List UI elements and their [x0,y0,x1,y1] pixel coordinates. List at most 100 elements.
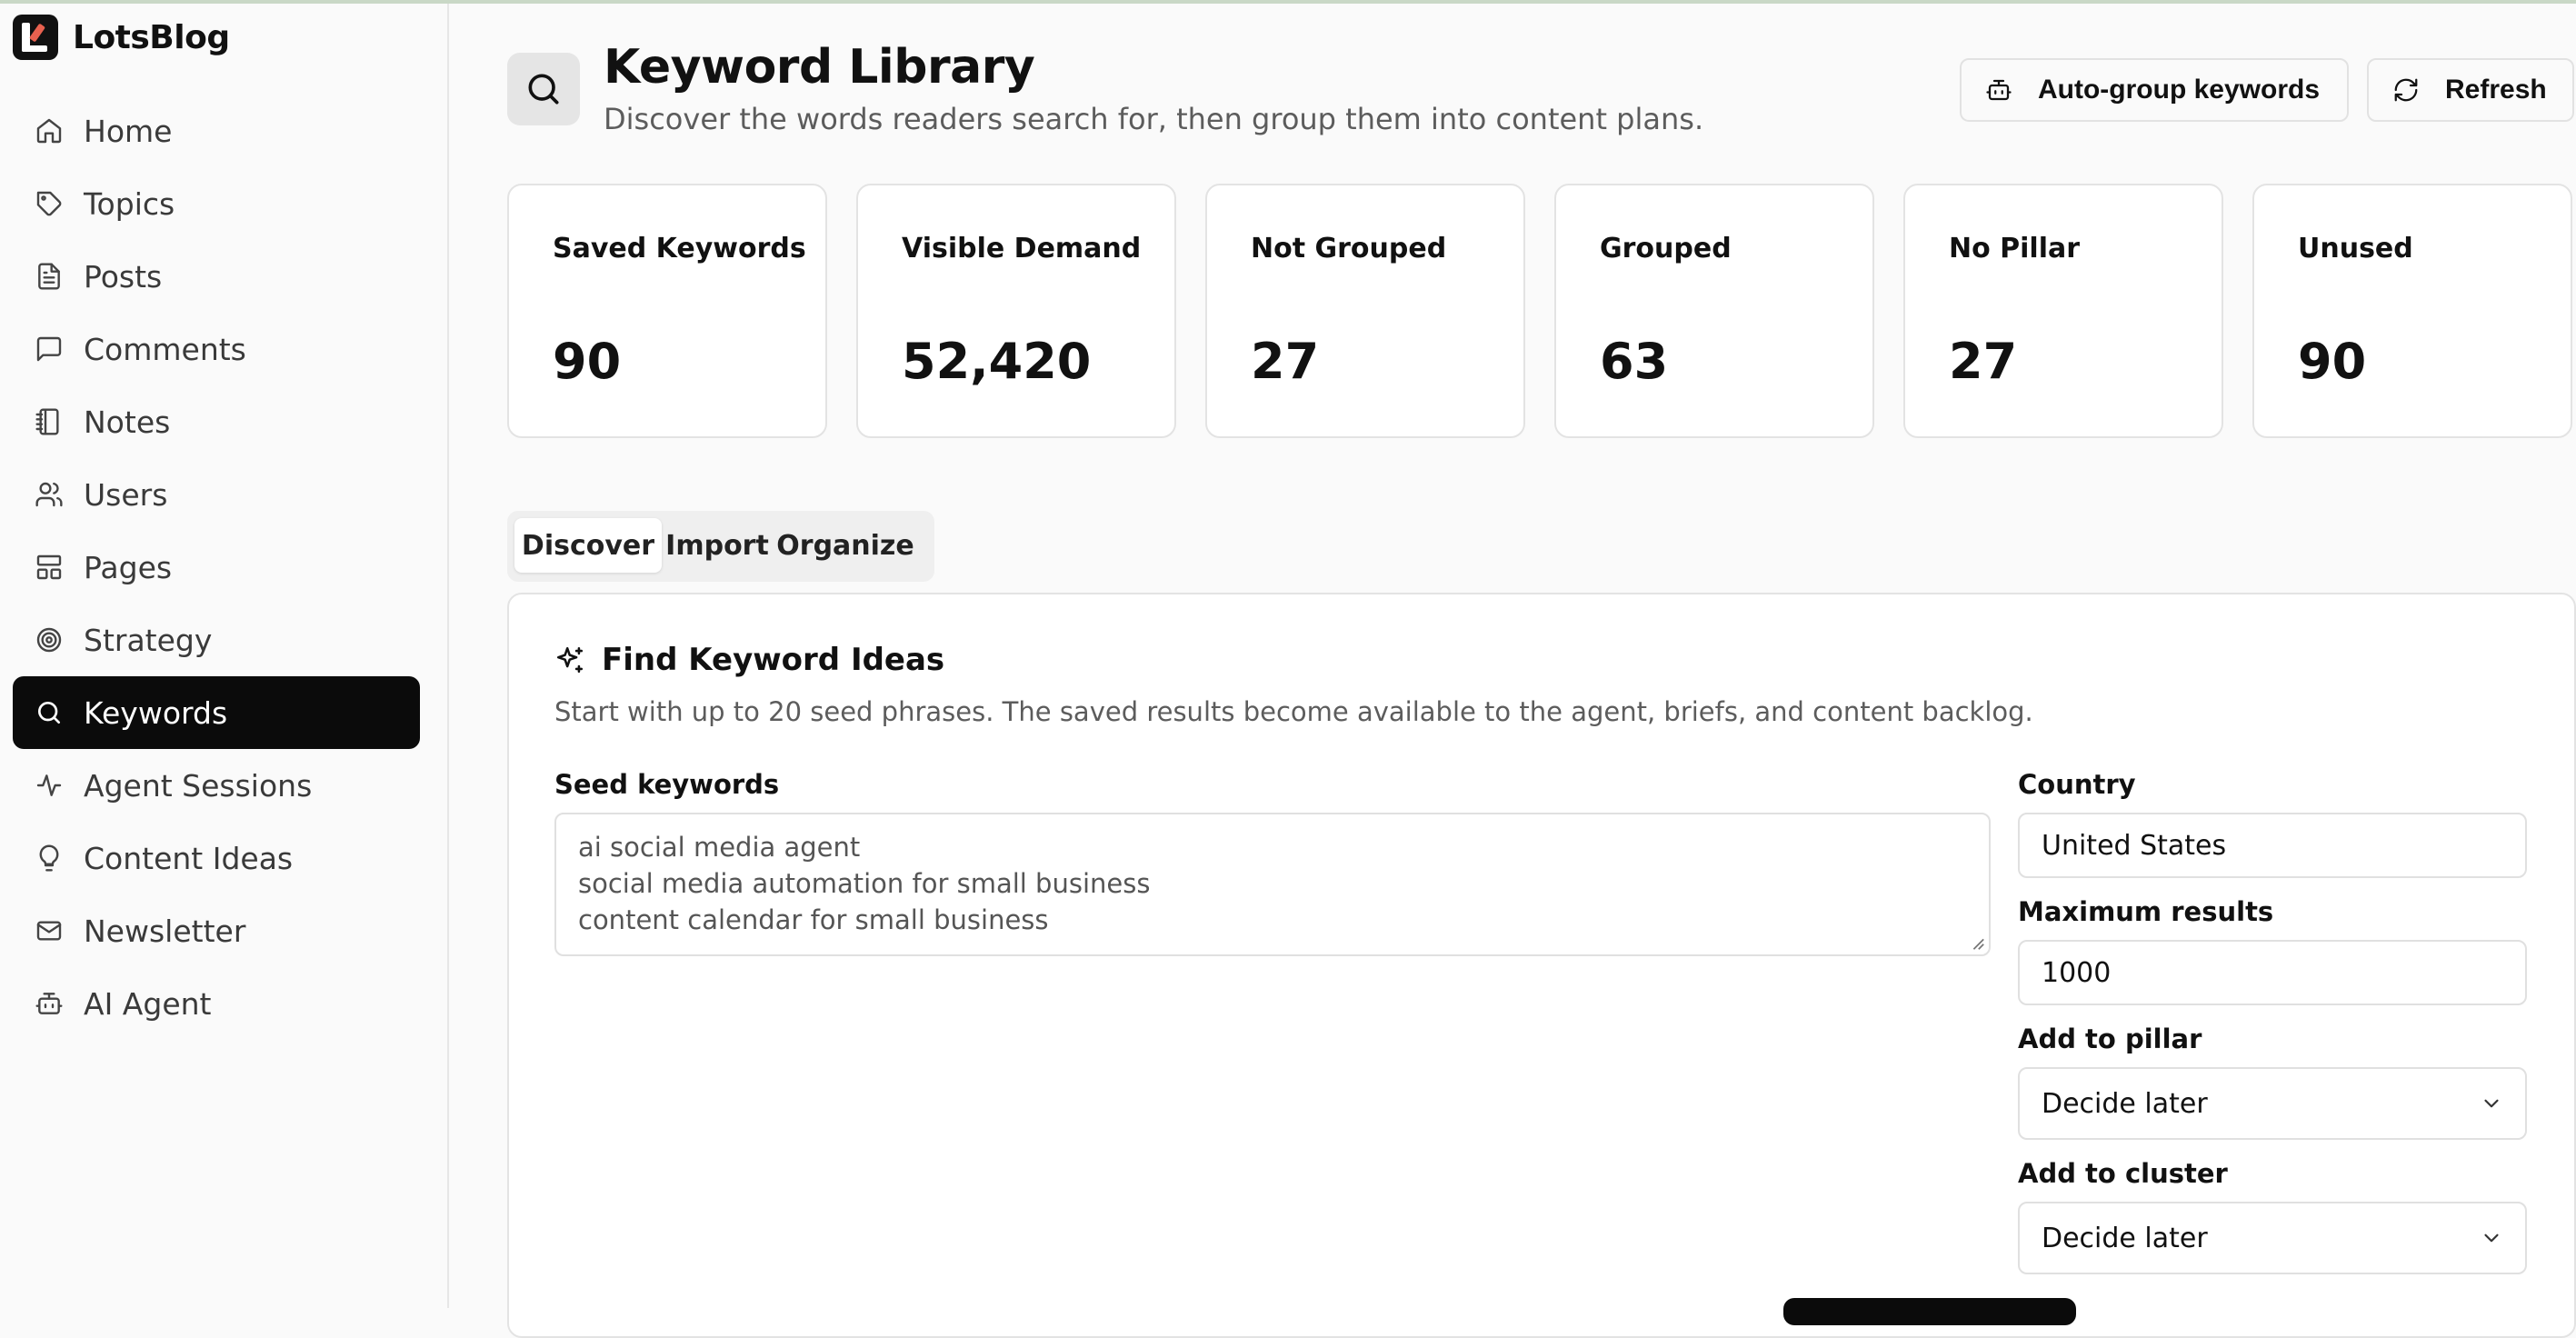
panel-title-text: Find Keyword Ideas [602,642,945,678]
sidebar-item-agent-sessions[interactable]: Agent Sessions [13,749,420,822]
auto-group-keywords-button[interactable]: Auto-group keywords [1960,58,2349,122]
sidebar: LotsBlog Home Topics Posts Comments Note… [0,4,449,1308]
seed-line: content calendar for small business [578,904,1049,935]
bot-icon [1986,79,2012,101]
stat-value: 27 [1251,333,1320,390]
refresh-icon [2394,78,2418,102]
add-to-pillar-value: Decide later [2042,1087,2208,1120]
notebook-icon [35,408,59,435]
stat-value: 90 [553,333,622,390]
stat-label: Saved Keywords [553,233,806,265]
sidebar-item-users[interactable]: Users [13,458,420,531]
stat-value: 90 [2298,333,2367,390]
page-title: Keyword Library [604,40,1035,95]
sidebar-item-pages[interactable]: Pages [13,531,420,604]
sidebar-item-keywords[interactable]: Keywords [13,676,420,749]
main-content: Keyword Library Discover the words reade… [451,4,2576,1338]
sidebar-item-topics[interactable]: Topics [13,167,420,240]
mail-icon [36,921,62,941]
tab-list: Discover Import Organize [507,511,934,582]
seed-keywords-textarea[interactable]: ai social media agent social media autom… [554,813,1991,956]
sidebar-item-label: Users [84,476,168,513]
add-to-cluster-select[interactable]: Decide later [2018,1202,2527,1274]
add-to-cluster-label: Add to cluster [2018,1158,2228,1189]
find-keyword-ideas-panel: Find Keyword Ideas Start with up to 20 s… [507,593,2576,1338]
add-to-pillar-select[interactable]: Decide later [2018,1067,2527,1140]
tag-icon [36,191,62,216]
maximum-results-label: Maximum results [2018,896,2274,927]
sidebar-item-label: Home [84,113,173,149]
sidebar-nav: Home Topics Posts Comments Notes Users P… [13,95,420,1040]
refresh-button[interactable]: Refresh [2367,58,2574,122]
seed-line: ai social media agent [578,832,861,863]
stat-label: No Pillar [1949,233,2081,265]
seed-keywords-label: Seed keywords [554,769,780,800]
maximum-results-value: 1000 [2042,956,2112,989]
sidebar-item-comments[interactable]: Comments [13,313,420,385]
sidebar-item-label: Newsletter [84,913,246,949]
brand-name: LotsBlog [73,18,230,56]
resize-grip-icon[interactable] [1969,934,1985,951]
refresh-label: Refresh [2445,75,2547,105]
sidebar-item-label: Content Ideas [84,840,294,876]
sidebar-item-label: Notes [84,404,171,440]
stat-card-unused: Unused 90 [2252,184,2572,438]
stat-card-grouped: Grouped 63 [1554,184,1874,438]
add-to-pillar-label: Add to pillar [2018,1023,2202,1054]
sidebar-item-label: Agent Sessions [84,767,313,804]
country-value: United States [2042,829,2227,862]
sidebar-item-notes[interactable]: Notes [13,385,420,458]
sidebar-item-label: Posts [84,258,163,295]
sidebar-item-strategy[interactable]: Strategy [13,604,420,676]
seed-line: social media automation for small busine… [578,868,1151,899]
sidebar-item-ai-agent[interactable]: AI Agent [13,967,420,1040]
activity-icon [36,774,62,796]
sidebar-item-label: Strategy [84,622,213,658]
page-subtitle: Discover the words readers search for, t… [604,102,1704,136]
lightbulb-icon [39,844,59,872]
tab-import[interactable]: Import [665,518,769,573]
panel-description: Start with up to 20 seed phrases. The sa… [554,696,2033,727]
stat-card-visible-demand: Visible Demand 52,420 [856,184,1176,438]
stat-card-not-grouped: Not Grouped 27 [1205,184,1525,438]
maximum-results-input[interactable]: 1000 [2018,940,2527,1005]
stat-value: 63 [1600,333,1669,390]
home-icon [36,118,62,144]
sidebar-item-posts[interactable]: Posts [13,240,420,313]
sidebar-item-label: Pages [84,549,173,585]
tab-organize[interactable]: Organize [773,518,918,573]
search-icon [38,702,60,724]
file-text-icon [38,263,60,290]
sidebar-item-label: Comments [84,331,246,367]
add-to-cluster-value: Decide later [2042,1222,2208,1254]
keyword-library-search-icon [507,53,580,125]
sidebar-item-home[interactable]: Home [13,95,420,167]
sidebar-item-label: Topics [84,185,175,222]
auto-group-label: Auto-group keywords [2038,75,2321,105]
chevron-down-icon [2484,1099,2499,1108]
users-icon [35,482,63,507]
stat-card-saved-keywords: Saved Keywords 90 [507,184,827,438]
panel-title: Find Keyword Ideas [554,642,944,678]
sidebar-item-label: Keywords [84,694,228,731]
brand[interactable]: LotsBlog [13,15,230,60]
stat-label: Unused [2298,233,2413,265]
bot-icon [35,993,63,1014]
sidebar-item-content-ideas[interactable]: Content Ideas [13,822,420,894]
layout-icon [36,554,62,580]
sidebar-item-newsletter[interactable]: Newsletter [13,894,420,967]
stat-label: Visible Demand [902,233,1142,265]
stat-label: Grouped [1600,233,1732,265]
stat-value: 27 [1949,333,2018,390]
tab-discover[interactable]: Discover [514,518,662,573]
stat-value: 52,420 [902,333,1092,390]
stat-label: Not Grouped [1251,233,1447,265]
sparkles-icon [556,646,584,674]
country-label: Country [2018,769,2136,800]
find-keywords-button[interactable] [1783,1298,2076,1325]
target-icon [36,627,62,653]
stat-card-no-pillar: No Pillar 27 [1903,184,2223,438]
message-square-icon [36,336,62,362]
country-input[interactable]: United States [2018,813,2527,878]
lotsblog-logo [13,15,58,60]
